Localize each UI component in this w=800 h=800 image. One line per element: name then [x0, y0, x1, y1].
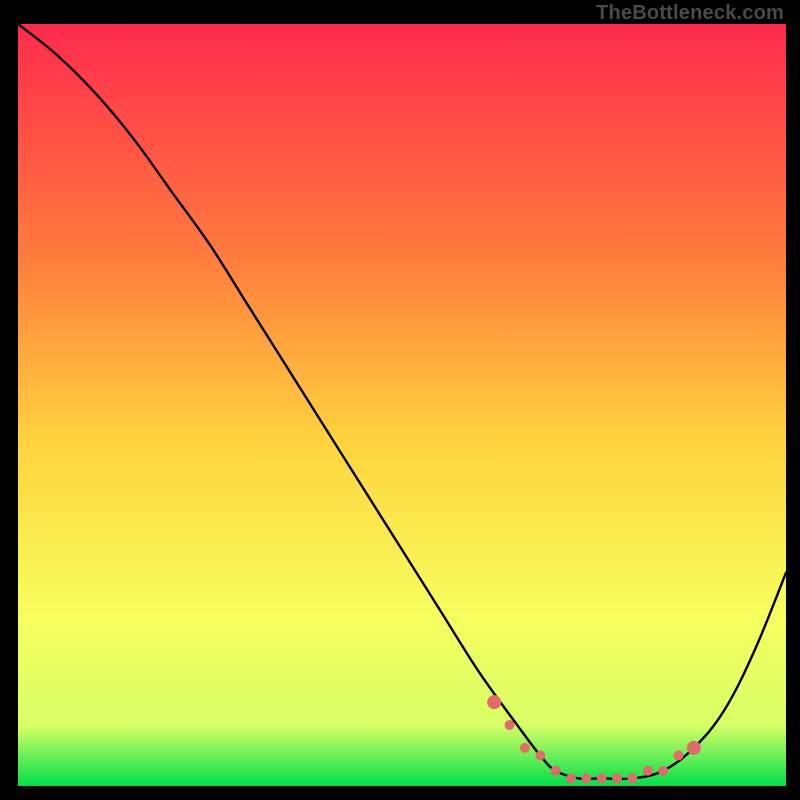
marker-dot [658, 766, 668, 776]
chart-stage: TheBottleneck.com [0, 0, 800, 800]
watermark-text: TheBottleneck.com [596, 2, 784, 25]
marker-dot [673, 751, 683, 761]
marker-dot [551, 766, 561, 776]
marker-dot [505, 720, 515, 730]
marker-dot [612, 773, 622, 783]
bottleneck-chart [0, 0, 800, 800]
marker-dot [687, 741, 701, 755]
marker-dot [627, 773, 637, 783]
marker-dot [520, 743, 530, 753]
marker-dot [487, 695, 501, 709]
marker-dot [535, 751, 545, 761]
marker-dot [566, 773, 576, 783]
marker-dot [581, 773, 591, 783]
marker-dot [643, 766, 653, 776]
marker-dot [597, 773, 607, 783]
